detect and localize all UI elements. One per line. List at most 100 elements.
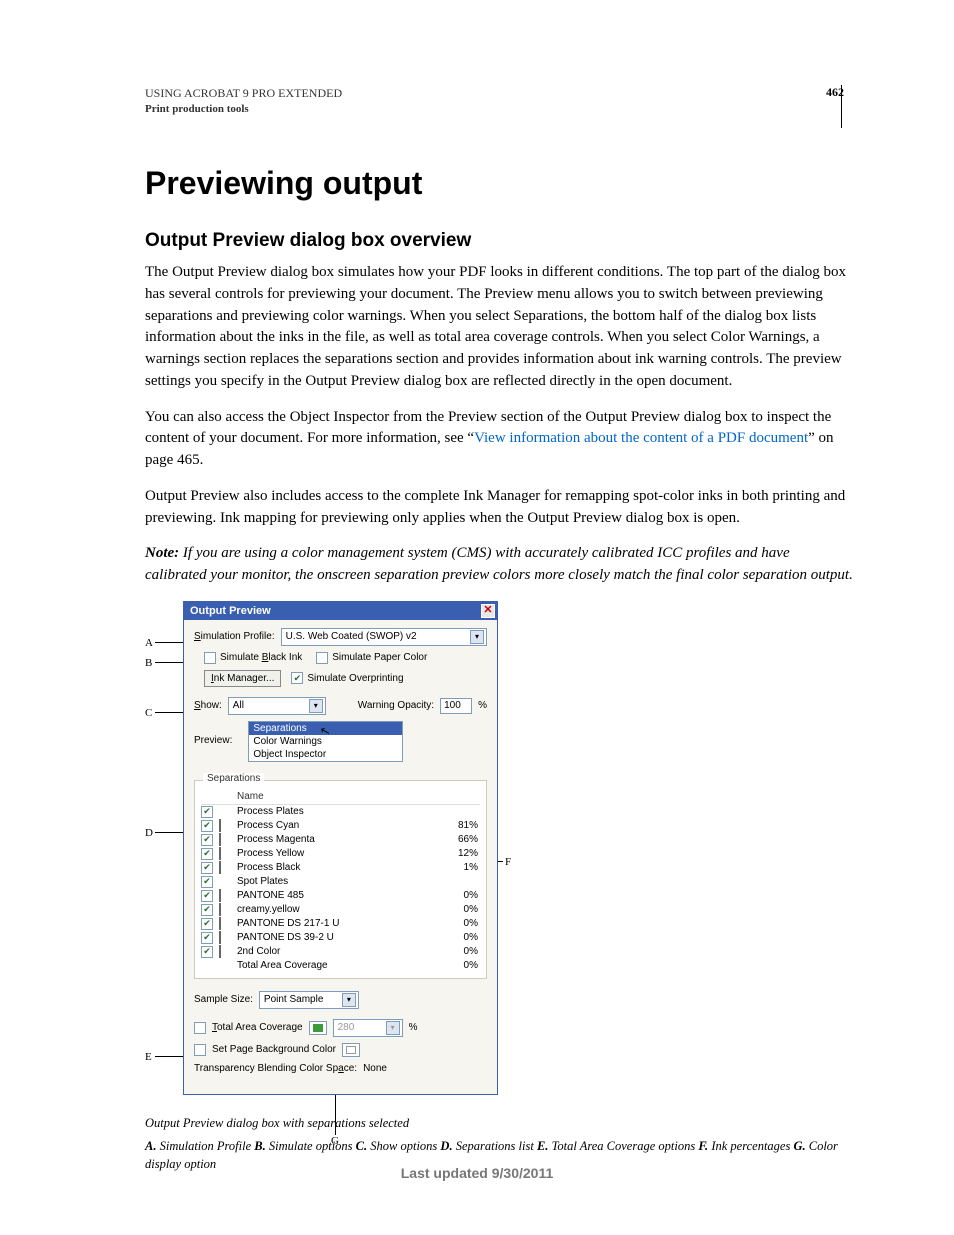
header-product: USING ACROBAT 9 PRO EXTENDED [145,85,342,102]
section-heading: Output Preview dialog box overview [145,230,854,252]
ink-name: creamy.yellow [237,904,440,915]
ink-swatch [219,917,221,930]
figure-caption: Output Preview dialog box with separatio… [145,1115,854,1133]
header-divider [841,85,842,128]
ink-checkbox[interactable]: ✔ [201,946,213,958]
ink-percentage: 81% [440,820,480,831]
cross-ref-link[interactable]: View information about the content of a … [474,430,808,446]
ink-name: 2nd Color [237,946,440,957]
preview-label: Preview: [194,735,232,746]
close-icon[interactable]: ✕ [481,604,495,618]
body-paragraph: You can also access the Object Inspector… [145,407,854,472]
ink-row: ✔ PANTONE DS 39-2 U0% [201,931,480,945]
simulate-black-ink-checkbox[interactable] [204,652,216,664]
ink-row: ✔ Spot Plates [201,875,480,889]
ink-name: PANTONE DS 39-2 U [237,932,440,943]
ink-swatch [219,833,221,846]
total-area-coverage-checkbox[interactable] [194,1022,206,1034]
ink-checkbox[interactable]: ✔ [201,918,213,930]
callout-e: E [145,1051,152,1063]
ink-row: ✔PANTONE 4850% [201,889,480,903]
chevron-down-icon: ▾ [386,1021,400,1035]
ink-row: ✔ Process Magenta66% [201,833,480,847]
ink-checkbox[interactable]: ✔ [201,848,213,860]
ink-percentage: 0% [440,932,480,943]
transparency-value: None [363,1063,387,1074]
ink-swatch [219,889,221,902]
body-paragraph: Output Preview also includes access to t… [145,486,854,530]
simulation-profile-select[interactable]: U.S. Web Coated (SWOP) v2 ▾ [281,628,487,646]
ink-percentage: 0% [440,918,480,929]
ink-checkbox[interactable]: ✔ [201,806,213,818]
tac-color-swatch[interactable] [309,1021,327,1035]
ink-checkbox[interactable]: ✔ [201,862,213,874]
chevron-down-icon: ▾ [342,993,356,1007]
chevron-down-icon: ▾ [470,630,484,644]
page-title: Previewing output [145,165,854,202]
ink-name: Process Magenta [237,834,440,845]
show-label: Show: [194,700,222,711]
ink-name: Process Plates [237,806,440,817]
separations-group: Separations Name ✔Process Plates✔Process… [194,780,487,979]
simulate-overprinting-checkbox[interactable]: ✔ [291,672,303,684]
simulate-paper-color-checkbox[interactable] [316,652,328,664]
ink-checkbox[interactable]: ✔ [201,890,213,902]
chevron-down-icon: ▾ [309,699,323,713]
header-section: Print production tools [145,102,342,117]
page-footer: Last updated 9/30/2011 [0,1165,954,1181]
ink-name: PANTONE 485 [237,890,440,901]
ink-row: ✔ 2nd Color0% [201,945,480,959]
warning-opacity-input[interactable]: 100 [440,698,472,714]
ink-percentage: 0% [440,946,480,957]
note-paragraph: Note: If you are using a color managemen… [145,543,854,587]
simulate-black-ink-label: Simulate Black Ink [220,652,302,663]
callout-b: B [145,657,152,669]
ink-swatch [219,903,221,916]
body-paragraph: The Output Preview dialog box simulates … [145,262,854,393]
sample-size-select[interactable]: Point Sample ▾ [259,991,359,1009]
ink-checkbox[interactable]: ✔ [201,876,213,888]
tac-value-select[interactable]: 280 ▾ [333,1019,403,1037]
preview-option-object-inspector[interactable]: Object Inspector [249,748,402,761]
ink-percentage: 12% [440,848,480,859]
ink-swatch [219,819,221,832]
ink-row: ✔Process Cyan81% [201,819,480,833]
transparency-label: Transparency Blending Color Space: [194,1063,357,1074]
total-area-coverage-label: Total Area Coverage [212,1022,303,1033]
simulate-overprinting-label: Simulate Overprinting [307,673,403,684]
set-page-bg-label: Set Page Background Color [212,1044,336,1055]
ink-row: ✔ Process Plates [201,805,480,819]
show-select[interactable]: All ▾ [228,697,326,715]
ink-name: Spot Plates [237,876,440,887]
ink-row: ✔ Process Yellow12% [201,847,480,861]
sample-size-label: Sample Size: [194,994,253,1005]
dialog-title: Output Preview [190,605,271,617]
ink-swatch [219,847,221,860]
ink-name: Process Yellow [237,848,440,859]
ink-swatch [219,945,221,958]
ink-row: ✔ Process Black1% [201,861,480,875]
ink-row: ✔ PANTONE DS 217-1 U0% [201,917,480,931]
ink-percentage: 0% [440,904,480,915]
ink-checkbox[interactable]: ✔ [201,834,213,846]
ink-row: Total Area Coverage0% [201,959,480,972]
ink-name: Total Area Coverage [237,960,440,971]
ink-percentage: 0% [440,960,480,971]
ink-name: Process Black [237,862,440,873]
callout-a: A [145,637,153,649]
set-page-bg-checkbox[interactable] [194,1044,206,1056]
ink-checkbox[interactable]: ✔ [201,820,213,832]
page-number: 462 [826,85,854,100]
output-preview-dialog: Output Preview ✕ SSimulation Profile:imu… [183,601,498,1095]
ink-checkbox[interactable]: ✔ [201,932,213,944]
warning-opacity-label: Warning Opacity: [358,700,434,711]
ink-name: PANTONE DS 217-1 U [237,918,440,929]
ink-manager-button[interactable]: Ink Manager... [204,670,281,687]
simulate-paper-color-label: Simulate Paper Color [332,652,427,663]
ink-checkbox[interactable]: ✔ [201,904,213,916]
ink-percentage: 66% [440,834,480,845]
ink-percentage: 1% [440,862,480,873]
ink-swatch [219,931,221,944]
ink-name-header: Name [237,791,440,802]
page-bg-color-swatch[interactable] [342,1043,360,1057]
